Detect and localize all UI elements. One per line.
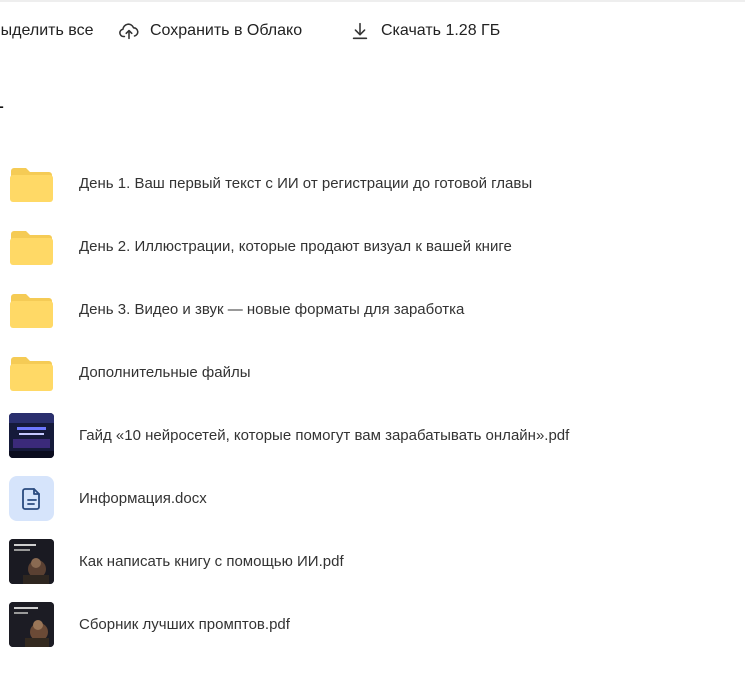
- file-name: Информация.docx: [79, 490, 207, 507]
- folder-icon: [9, 287, 54, 332]
- folder-icon: [9, 224, 54, 269]
- file-name: Гайд «10 нейросетей, которые помогут вам…: [79, 427, 570, 444]
- list-item[interactable]: День 1. Ваш первый текст с ИИ от регистр…: [0, 152, 745, 215]
- folder-icon: [9, 350, 54, 395]
- document-icon: [9, 476, 54, 521]
- list-item[interactable]: Гайд «10 нейросетей, которые помогут вам…: [0, 404, 745, 467]
- list-item[interactable]: Дополнительные файлы: [0, 341, 745, 404]
- list-item[interactable]: Сборник лучших промптов.pdf: [0, 593, 745, 656]
- file-name: День 2. Иллюстрации, которые продают виз…: [79, 238, 512, 255]
- file-name: Дополнительные файлы: [79, 364, 251, 381]
- save-to-cloud-button[interactable]: Сохранить в Облако: [118, 14, 302, 48]
- list-item[interactable]: День 3. Видео и звук — новые форматы для…: [0, 278, 745, 341]
- list-item[interactable]: Как написать книгу с помощью ИИ.pdf: [0, 530, 745, 593]
- pdf-thumbnail: [9, 413, 54, 458]
- top-divider: [0, 0, 745, 2]
- file-name: Как написать книгу с помощью ИИ.pdf: [79, 553, 344, 570]
- download-label: Скачать 1.28 ГБ: [381, 22, 501, 39]
- select-all-button[interactable]: Выделить все: [0, 14, 93, 48]
- save-to-cloud-label: Сохранить в Облако: [150, 22, 303, 39]
- file-name: День 1. Ваш первый текст с ИИ от регистр…: [79, 175, 533, 192]
- download-icon: [349, 20, 371, 42]
- file-name: Сборник лучших промптов.pdf: [79, 616, 290, 633]
- download-button[interactable]: Скачать 1.28 ГБ: [349, 14, 500, 48]
- folder-title: 1: [0, 88, 4, 114]
- toolbar: Выделить все Сохранить в Облако Скачать …: [0, 14, 745, 48]
- folder-icon: [9, 161, 54, 206]
- select-all-label: Выделить все: [0, 22, 94, 39]
- file-name: День 3. Видео и звук — новые форматы для…: [79, 301, 465, 318]
- list-item[interactable]: День 2. Иллюстрации, которые продают виз…: [0, 215, 745, 278]
- pdf-thumbnail: [9, 602, 54, 647]
- list-item[interactable]: Информация.docx: [0, 467, 745, 530]
- pdf-thumbnail: [9, 539, 54, 584]
- cloud-upload-icon: [118, 20, 140, 42]
